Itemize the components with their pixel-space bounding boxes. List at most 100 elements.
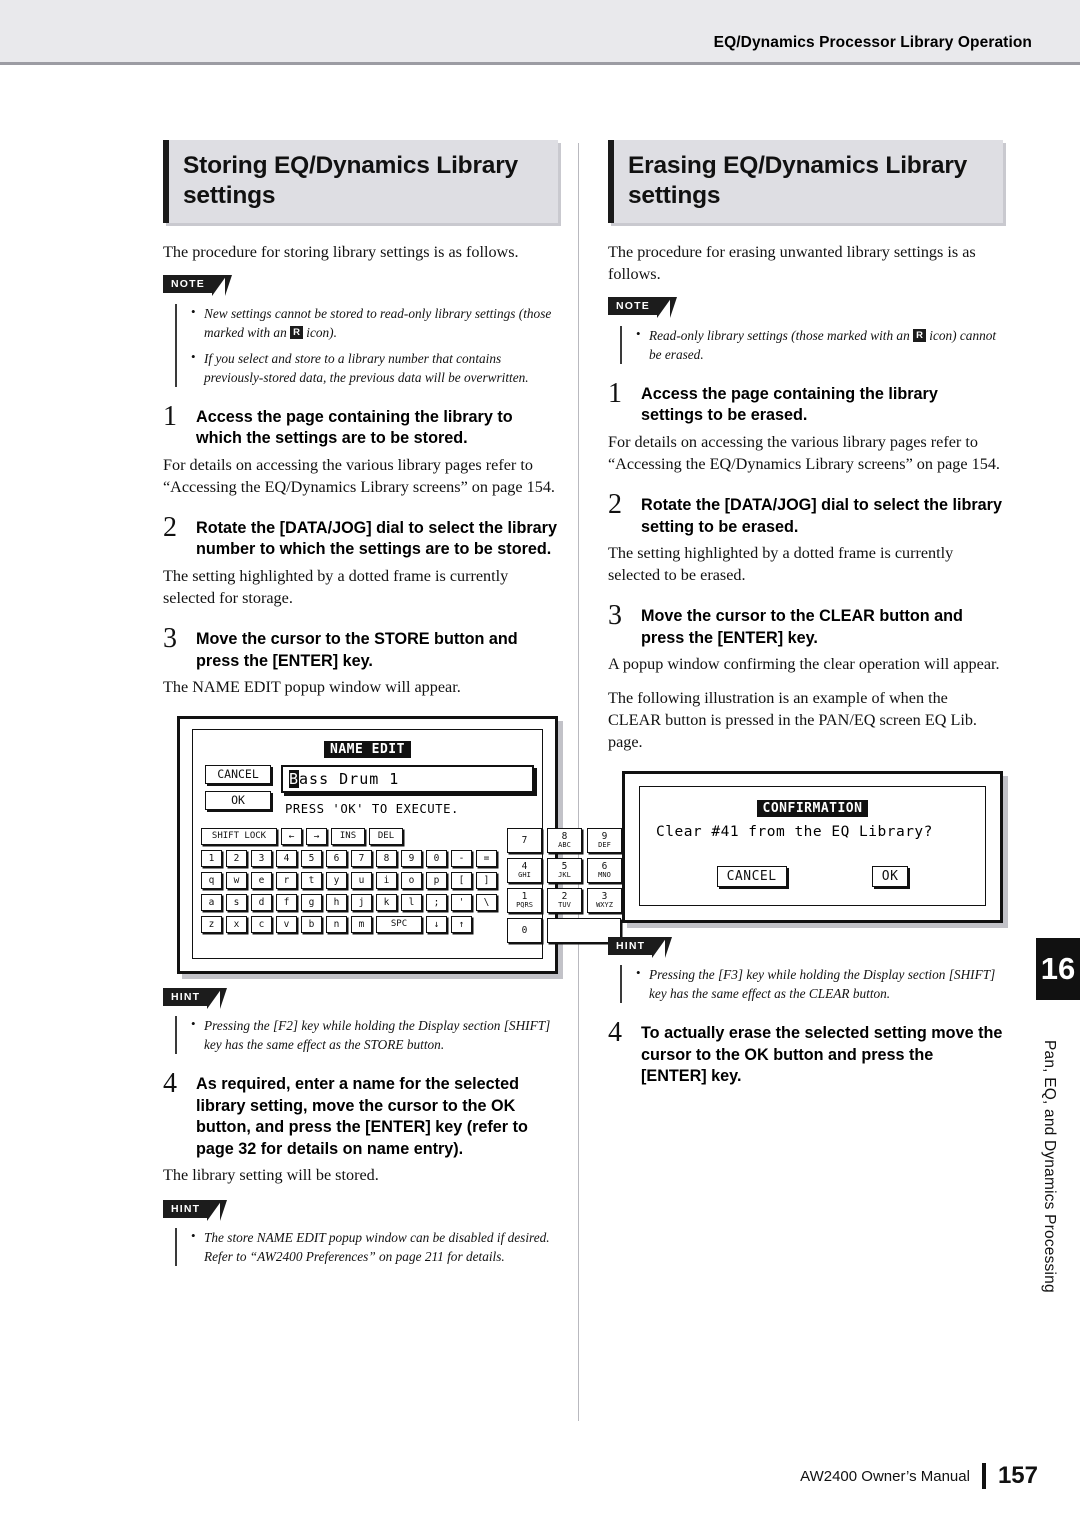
insert-key[interactable]: INS [331,828,365,846]
step-number: 2 [163,511,177,543]
cancel-button[interactable]: CANCEL [205,765,271,785]
numpad-key[interactable]: 8 ABC [547,828,582,854]
key[interactable]: ' [451,894,472,912]
page-number: 157 [997,1462,1038,1489]
hint-item: Pressing the [F2] key while holding the … [191,1015,558,1054]
key[interactable]: d [251,894,272,912]
lcd-screen-name-edit: NAME EDIT CANCEL OK Bass Drum 1 PRESS 'O… [177,716,622,975]
shift-lock-key[interactable]: SHIFT LOCK [201,828,277,846]
key[interactable]: 9 [401,850,422,868]
key[interactable]: 5 [301,850,322,868]
step-title: Move the cursor to the STORE button and … [196,630,518,670]
column-divider [578,143,579,1421]
name-edit-buttons: CANCEL OK [205,765,271,811]
key[interactable]: e [251,872,272,890]
key[interactable]: t [301,872,322,890]
key[interactable]: l [401,894,422,912]
key[interactable]: 3 [251,850,272,868]
note-list: New settings cannot be stored to read-on… [191,303,558,387]
key[interactable]: 8 [376,850,397,868]
page-footer: AW2400 Owner’s Manual 157 [800,1462,1038,1490]
key[interactable]: z [201,916,222,934]
key[interactable]: ] [476,872,497,890]
cancel-button[interactable]: CANCEL [716,866,787,888]
key[interactable]: y [326,872,347,890]
key[interactable]: i [376,872,397,890]
key[interactable]: v [276,916,297,934]
right-column: Erasing EQ/Dynamics Library settings The… [608,140,1003,1092]
ok-button[interactable]: OK [205,791,271,811]
key[interactable]: b [301,916,322,934]
running-head: EQ/Dynamics Processor Library Operation [713,34,1032,51]
key[interactable]: m [351,916,372,934]
keyboard-row-1: 1 2 3 4 5 6 7 8 9 0 - = [201,850,497,868]
cursor-right-key[interactable]: → [306,828,327,846]
step-number: 4 [608,1017,622,1049]
cursor-left-key[interactable]: ← [281,828,302,846]
hint-flag-tail2 [220,988,228,1010]
chapter-tab-name: Pan, EQ, and Dynamics Processing [1041,1040,1058,1293]
key[interactable]: 1 [201,850,222,868]
step-1-right: 1 Access the page containing the library… [608,378,1003,427]
key[interactable]: - [451,850,472,868]
numpad-digit: 1 [521,891,528,903]
step-title: Access the page containing the library s… [641,384,938,425]
numpad-digit: 3 [601,891,608,903]
key[interactable]: x [226,916,247,934]
key[interactable]: h [326,894,347,912]
key[interactable]: 7 [351,850,372,868]
key[interactable]: j [351,894,372,912]
key[interactable]: r [276,872,297,890]
key[interactable]: p [426,872,447,890]
left-column: Storing EQ/Dynamics Library settings The… [163,140,622,1284]
numpad-key[interactable]: 0 [507,918,542,944]
key[interactable]: 4 [276,850,297,868]
key[interactable]: ↓ [426,916,447,934]
key[interactable]: g [301,894,322,912]
key[interactable]: n [326,916,347,934]
key[interactable]: = [476,850,497,868]
key[interactable]: ; [426,894,447,912]
lcd-title-text: CONFIRMATION [756,800,869,818]
numpad-key[interactable]: 5 JKL [547,858,582,884]
numpad-key[interactable]: 2 TUV [547,888,582,914]
key[interactable]: q [201,872,222,890]
key[interactable]: s [226,894,247,912]
numpad-digit: 0 [521,925,528,937]
lcd-inner: CONFIRMATION Clear #41 from the EQ Libra… [639,786,986,907]
execute-hint: PRESS 'OK' TO EXECUTE. [285,802,459,817]
key[interactable]: u [351,872,372,890]
key[interactable]: f [276,894,297,912]
key[interactable]: k [376,894,397,912]
lcd-title-bar: NAME EDIT [201,738,534,759]
confirmation-illustration: CONFIRMATION Clear #41 from the EQ Libra… [622,771,1003,924]
keyboard-row-2: q w e r t y u i o p [ ] [201,872,497,890]
key[interactable]: 6 [326,850,347,868]
key[interactable]: \ [476,894,497,912]
key[interactable]: [ [451,872,472,890]
key[interactable]: o [401,872,422,890]
key[interactable]: w [226,872,247,890]
name-edit-top-row: CANCEL OK Bass Drum 1 PRESS 'OK' TO EXEC… [205,765,534,816]
delete-key[interactable]: DEL [369,828,403,846]
hint-body: Pressing the [F2] key while holding the … [175,1015,558,1055]
step-2-body: The setting highlighted by a dotted fram… [608,544,954,585]
hint-list: Pressing the [F3] key while holding the … [636,964,1003,1003]
step-4-body: The library setting will be stored. [163,1166,379,1185]
key[interactable]: a [201,894,222,912]
ok-button[interactable]: OK [871,866,909,888]
numpad-letters: GHI [518,871,531,880]
space-key[interactable]: SPC [376,916,422,934]
name-input-field[interactable]: Bass Drum 1 [281,765,534,794]
keyboard-main: SHIFT LOCK ← → INS DEL 1 2 3 4 5 6 7 8 9… [201,828,497,948]
note-flag: NOTE [163,274,232,296]
hint-body: The store NAME EDIT popup window can be … [175,1227,558,1267]
numpad-key[interactable]: 1 PQRS [507,888,542,914]
numpad-key[interactable]: 4 GHI [507,858,542,884]
key[interactable]: ↑ [451,916,472,934]
name-value: ass Drum 1 [299,770,400,789]
key[interactable]: c [251,916,272,934]
key[interactable]: 2 [226,850,247,868]
numpad-key[interactable]: 7 [507,828,542,854]
key[interactable]: 0 [426,850,447,868]
